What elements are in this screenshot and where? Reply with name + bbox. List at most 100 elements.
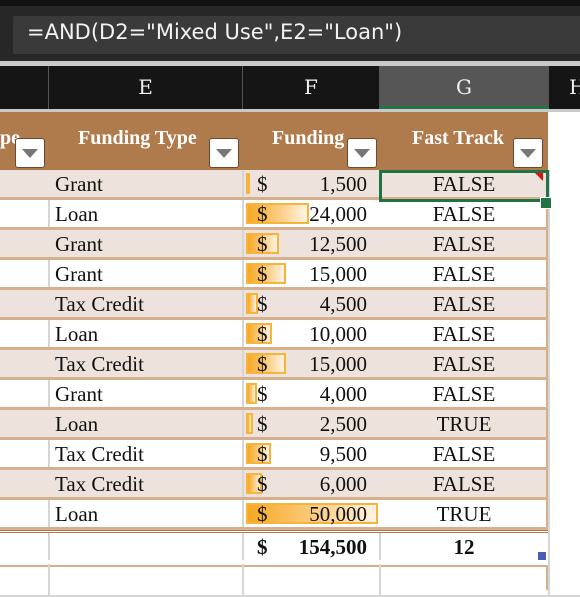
fill-handle[interactable] bbox=[540, 197, 552, 209]
funding-cell[interactable]: 9,500 bbox=[320, 440, 367, 467]
fast-track-cell[interactable]: TRUE bbox=[380, 410, 548, 437]
fast-track-cell[interactable]: FALSE bbox=[380, 440, 548, 467]
selected-cell-g2[interactable] bbox=[379, 170, 549, 202]
column-header-f[interactable]: F bbox=[243, 66, 380, 109]
data-bar bbox=[246, 203, 309, 224]
grid-line bbox=[548, 170, 550, 596]
column-header-g[interactable]: G bbox=[380, 66, 549, 109]
funding-cell[interactable]: 4,500 bbox=[320, 290, 367, 317]
grid-line bbox=[242, 533, 244, 560]
table-row: Grant $12,500 FALSE bbox=[0, 230, 548, 260]
currency-symbol: $ bbox=[257, 502, 268, 526]
currency-symbol: $ bbox=[257, 292, 268, 316]
filter-dropdown-icon[interactable] bbox=[209, 138, 239, 168]
funding-type-cell[interactable]: Tax Credit bbox=[55, 470, 144, 497]
currency-symbol: $ bbox=[257, 232, 268, 256]
formula-text: =AND(D2="Mixed Use",E2="Loan") bbox=[27, 20, 403, 44]
fast-track-cell[interactable]: FALSE bbox=[380, 350, 548, 377]
header-funding: Funding bbox=[272, 127, 345, 149]
fast-track-cell[interactable]: FALSE bbox=[380, 290, 548, 317]
funding-cell[interactable]: 4,000 bbox=[320, 380, 367, 407]
grid-line bbox=[242, 320, 244, 347]
funding-cell[interactable]: 24,000 bbox=[309, 200, 367, 227]
funding-type-cell[interactable]: Loan bbox=[55, 410, 98, 437]
spreadsheet-grid: pe Funding Type Funding Fast Track Grant… bbox=[0, 112, 580, 597]
filter-dropdown-icon[interactable] bbox=[513, 138, 543, 168]
currency-symbol: $ bbox=[257, 262, 268, 286]
table-row: Tax Credit $4,500 FALSE bbox=[0, 290, 548, 320]
grid-line bbox=[48, 564, 50, 596]
table-header-row: pe Funding Type Funding Fast Track bbox=[0, 112, 548, 170]
table-resize-handle[interactable] bbox=[538, 552, 546, 560]
currency-symbol: $ bbox=[257, 322, 268, 346]
column-header-e[interactable]: E bbox=[49, 66, 243, 109]
fast-track-cell[interactable]: FALSE bbox=[380, 200, 548, 227]
column-header-h[interactable]: H bbox=[549, 66, 580, 109]
table-row: Tax Credit $6,000 FALSE bbox=[0, 470, 548, 500]
table-row: Loan $2,500 TRUE bbox=[0, 410, 548, 440]
funding-type-cell[interactable]: Grant bbox=[55, 260, 103, 287]
table-row: Loan $24,000 FALSE bbox=[0, 200, 548, 230]
fast-track-cell[interactable]: FALSE bbox=[380, 470, 548, 497]
table-row: Grant $15,000 FALSE bbox=[0, 260, 548, 290]
header-funding-type: Funding Type bbox=[78, 127, 197, 149]
comment-indicator-icon[interactable] bbox=[535, 173, 543, 181]
data-bar bbox=[246, 173, 250, 194]
funding-type-cell[interactable]: Tax Credit bbox=[55, 350, 144, 377]
total-currency[interactable]: $ bbox=[257, 533, 268, 560]
filter-dropdown-icon[interactable] bbox=[15, 138, 45, 168]
filter-dropdown-icon[interactable] bbox=[347, 138, 377, 168]
currency-symbol: $ bbox=[257, 202, 268, 226]
table-row: Loan $50,000 TRUE bbox=[0, 500, 548, 530]
grid-line bbox=[242, 200, 244, 227]
grid-line bbox=[242, 290, 244, 317]
table-row: Tax Credit $9,500 FALSE bbox=[0, 440, 548, 470]
formula-input[interactable]: =AND(D2="Mixed Use",E2="Loan") bbox=[13, 16, 580, 54]
total-funding[interactable]: 154,500 bbox=[299, 533, 367, 560]
data-bar bbox=[246, 383, 257, 404]
grid-line bbox=[48, 260, 50, 287]
grid-line bbox=[48, 200, 50, 227]
funding-cell[interactable]: 10,000 bbox=[309, 320, 367, 347]
funding-cell[interactable]: 2,500 bbox=[320, 410, 367, 437]
funding-type-cell[interactable]: Tax Credit bbox=[55, 440, 144, 467]
funding-cell[interactable]: 15,000 bbox=[309, 260, 367, 287]
grid-line bbox=[242, 230, 244, 257]
fast-track-cell[interactable]: FALSE bbox=[380, 230, 548, 257]
column-header-d[interactable] bbox=[0, 66, 49, 109]
funding-type-cell[interactable]: Grant bbox=[55, 230, 103, 257]
currency-symbol: $ bbox=[257, 472, 268, 496]
funding-cell[interactable]: 12,500 bbox=[309, 230, 367, 257]
funding-type-cell[interactable]: Grant bbox=[55, 170, 103, 197]
grid-line bbox=[242, 260, 244, 287]
fast-track-cell[interactable]: FALSE bbox=[380, 260, 548, 287]
fast-track-cell[interactable]: FALSE bbox=[380, 380, 548, 407]
currency-symbol: $ bbox=[257, 172, 268, 196]
funding-cell[interactable]: 15,000 bbox=[309, 350, 367, 377]
grid-line bbox=[242, 350, 244, 377]
total-fast-track[interactable]: 12 bbox=[380, 533, 548, 560]
grid-line bbox=[242, 440, 244, 467]
funding-type-cell[interactable]: Tax Credit bbox=[55, 290, 144, 317]
funding-cell[interactable]: 1,500 bbox=[320, 170, 367, 197]
grid-line bbox=[48, 500, 50, 527]
column-header-bar: E F G H bbox=[0, 66, 580, 112]
grid-line bbox=[379, 564, 381, 596]
grid-line bbox=[242, 500, 244, 527]
funding-type-cell[interactable]: Loan bbox=[55, 200, 98, 227]
funding-cell[interactable]: 6,000 bbox=[320, 470, 367, 497]
grid-line bbox=[242, 170, 244, 197]
table-row: Loan $10,000 FALSE bbox=[0, 320, 548, 350]
grid-line bbox=[242, 564, 244, 596]
grid-line bbox=[48, 380, 50, 407]
funding-type-cell[interactable]: Loan bbox=[55, 500, 98, 527]
fast-track-cell[interactable]: FALSE bbox=[380, 320, 548, 347]
table-row: Grant $4,000 FALSE bbox=[0, 380, 548, 410]
funding-type-cell[interactable]: Loan bbox=[55, 320, 98, 347]
header-fast-track: Fast Track bbox=[412, 127, 505, 149]
fast-track-cell[interactable]: TRUE bbox=[380, 500, 548, 527]
funding-type-cell[interactable]: Grant bbox=[55, 380, 103, 407]
grid-line bbox=[48, 533, 50, 560]
currency-symbol: $ bbox=[257, 442, 268, 466]
funding-cell[interactable]: 50,000 bbox=[309, 500, 367, 527]
